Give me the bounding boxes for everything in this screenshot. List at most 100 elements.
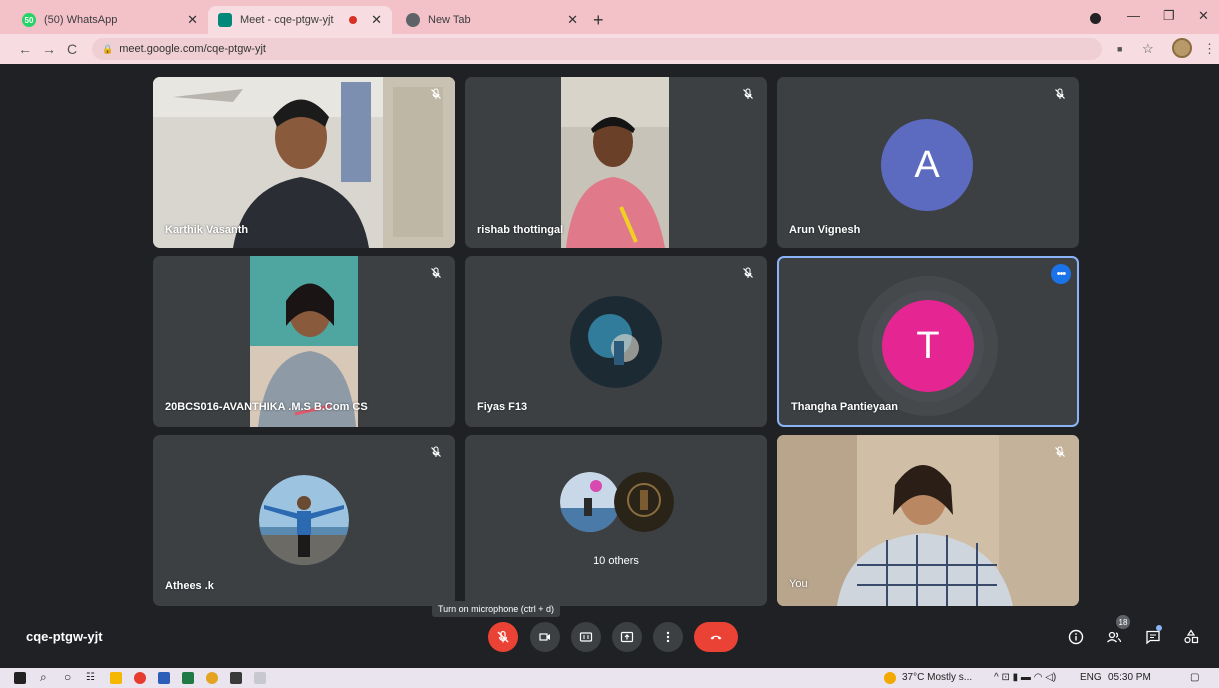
windows-start-icon[interactable] (14, 672, 26, 684)
activities-button[interactable] (1181, 627, 1201, 647)
more-options-button[interactable] (653, 622, 683, 652)
meet-icon (218, 13, 232, 27)
word-icon[interactable] (158, 672, 170, 684)
tab-title: Meet - cqe-ptgw-yjt (240, 14, 334, 26)
excel-icon[interactable] (182, 672, 194, 684)
browser-tab-bar: 50 (50) WhatsApp ✕ Meet - cqe-ptgw-yjt ✕… (0, 0, 1219, 34)
mic-off-icon (427, 264, 445, 282)
forward-icon[interactable]: → (42, 41, 56, 57)
app-icon[interactable] (254, 672, 266, 684)
participant-tile[interactable]: Fiyas F13 (465, 256, 767, 427)
hang-up-icon (710, 635, 722, 640)
participant-name: Fiyas F13 (477, 401, 528, 413)
file-explorer-icon[interactable] (110, 672, 122, 684)
captions-icon (579, 632, 593, 642)
url-field[interactable]: 🔒 meet.google.com/cqe-ptgw-yjt (92, 38, 1102, 60)
participant-tile[interactable]: 20BCS016-AVANTHIKA .M.S B.Com CS (153, 256, 455, 427)
others-tile[interactable]: 10 others (465, 435, 767, 606)
mic-off-icon (1051, 85, 1069, 103)
participant-name: You (789, 578, 808, 590)
tooltip: Turn on microphone (ctrl + d) (432, 601, 560, 617)
mic-off-icon (497, 630, 509, 643)
participant-tile[interactable]: rishab thottingal (465, 77, 767, 248)
close-icon[interactable]: ✕ (371, 12, 382, 28)
new-tab-button[interactable]: + (593, 10, 604, 31)
leave-call-button[interactable] (694, 622, 738, 652)
info-icon (1068, 629, 1084, 645)
camera-icon (539, 633, 550, 641)
participant-avatar: A (881, 119, 973, 211)
weather-text[interactable]: 37°C Mostly s... (902, 672, 972, 683)
cortana-icon[interactable]: ○ (64, 670, 71, 684)
mic-off-icon (1051, 443, 1069, 461)
more-options-icon[interactable]: ••• (1051, 264, 1071, 284)
mic-off-icon (427, 443, 445, 461)
activities-icon (1184, 629, 1199, 644)
whatsapp-icon: 50 (22, 13, 36, 27)
participant-tile[interactable]: A Arun Vignesh (777, 77, 1079, 248)
participant-photo (259, 475, 349, 565)
camera-in-use-icon[interactable]: ■ (1117, 44, 1122, 54)
tray-icons[interactable]: ^ ⊡ ▮ ▬ ◠ ◁) (994, 672, 1056, 683)
present-icon (620, 631, 634, 643)
opera-icon[interactable] (134, 672, 146, 684)
self-video (777, 435, 1079, 606)
mic-toggle-button[interactable] (488, 622, 518, 652)
tab-whatsapp[interactable]: 50 (50) WhatsApp ✕ (12, 6, 208, 34)
tab-title: (50) WhatsApp (44, 14, 118, 26)
window-close-icon[interactable]: ✕ (1198, 8, 1209, 24)
minimize-icon[interactable]: — (1127, 8, 1140, 23)
participant-name: rishab thottingal (477, 224, 564, 236)
participant-video (561, 77, 669, 248)
reload-icon[interactable]: C (67, 41, 77, 57)
participant-name: Athees .k (165, 580, 214, 592)
browser-avatar[interactable] (1172, 38, 1192, 58)
captions-button[interactable] (571, 622, 601, 652)
people-count-badge: 18 (1116, 615, 1130, 629)
bookmark-star-icon[interactable]: ☆ (1142, 41, 1154, 57)
participant-tile[interactable]: Karthik Vasanth (153, 77, 455, 248)
tab-meet[interactable]: Meet - cqe-ptgw-yjt ✕ (208, 6, 392, 34)
people-icon (1107, 631, 1122, 643)
language-indicator[interactable]: ENG (1080, 672, 1102, 683)
mic-off-icon (739, 264, 757, 282)
app-icon[interactable] (230, 672, 242, 684)
clock[interactable]: 05:30 PM (1108, 672, 1151, 683)
close-icon[interactable]: ✕ (567, 12, 578, 28)
participant-photo (570, 296, 662, 388)
search-icon[interactable]: ⌕ (40, 670, 47, 685)
people-button[interactable] (1104, 627, 1124, 647)
profile-icon[interactable] (1090, 13, 1101, 24)
participant-photo (560, 472, 620, 532)
meeting-details-button[interactable] (1066, 627, 1086, 647)
lock-icon: 🔒 (102, 43, 114, 54)
mic-off-icon (739, 85, 757, 103)
recording-icon (349, 16, 358, 24)
participant-tile[interactable]: Athees .k (153, 435, 455, 606)
restore-icon[interactable]: ❐ (1163, 8, 1175, 24)
participant-photo (614, 472, 674, 532)
tab-new-tab[interactable]: New Tab ✕ (396, 6, 588, 34)
participant-name: Karthik Vasanth (165, 224, 249, 236)
others-count-label: 10 others (593, 555, 639, 567)
address-bar-row: ← → C 🔒 meet.google.com/cqe-ptgw-yjt ■ ☆… (0, 34, 1219, 64)
tab-title: New Tab (428, 14, 471, 26)
chrome-taskbar-icon[interactable] (206, 672, 218, 684)
chat-notification-dot (1156, 625, 1162, 631)
mic-off-icon (427, 85, 445, 103)
camera-toggle-button[interactable] (530, 622, 560, 652)
participant-video (153, 77, 455, 248)
windows-taskbar: ⌕ ○ ☷ 37°C Mostly s... ^ ⊡ ▮ ▬ ◠ ◁) ENG … (0, 668, 1219, 688)
more-vert-icon (666, 631, 670, 643)
participant-name: Thangha Pantieyaan (791, 401, 898, 413)
present-button[interactable] (612, 622, 642, 652)
participant-name: 20BCS016-AVANTHIKA .M.S B.Com CS (165, 401, 368, 413)
close-icon[interactable]: ✕ (187, 12, 198, 28)
menu-icon[interactable]: ⋮ (1203, 41, 1216, 57)
participant-tile[interactable]: T ••• Thangha Pantieyaan (777, 256, 1079, 427)
back-icon[interactable]: ← (18, 41, 32, 57)
meeting-code: cqe-ptgw-yjt (26, 629, 103, 644)
task-view-icon[interactable]: ☷ (86, 672, 95, 683)
self-view-tile[interactable]: You (777, 435, 1079, 606)
notifications-icon[interactable]: ▢ (1190, 672, 1199, 683)
